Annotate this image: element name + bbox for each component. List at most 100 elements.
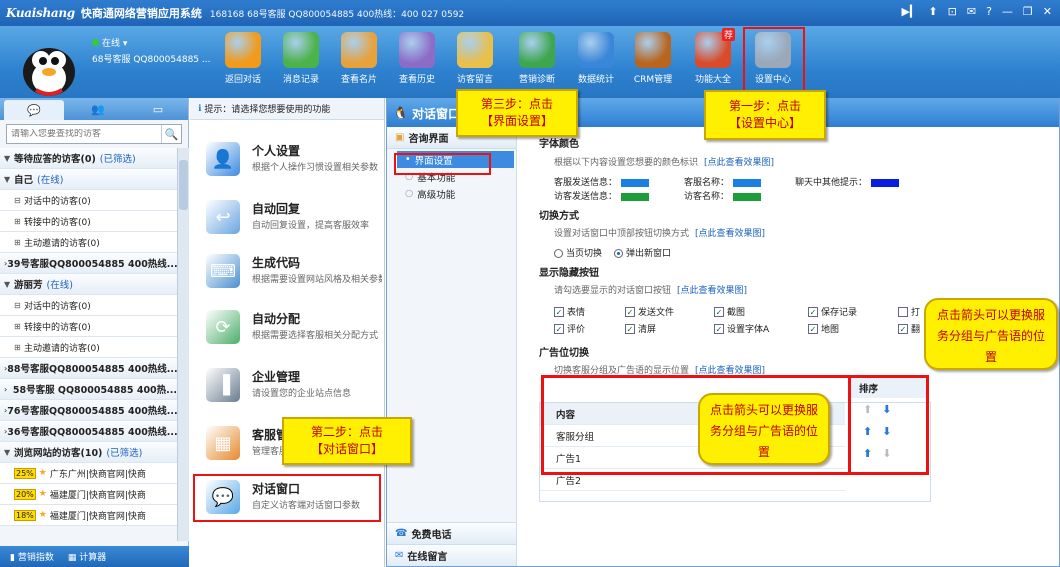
chat-prompt-color[interactable]: 聊天中其他提示： — [795, 175, 900, 188]
button-visibility-checkbox[interactable]: ✓ 截图 — [714, 305, 745, 318]
button-visibility-checkbox[interactable]: ✓ 保存记录 — [808, 305, 857, 318]
settings-item-2[interactable]: ↩ 自动回复 自动回复设置，提高客服效率 — [190, 194, 384, 244]
visitor-group[interactable]: ▼ 等待应答的访客(0) (已筛选) — [0, 148, 177, 169]
checkbox[interactable]: ✓ — [898, 323, 908, 334]
nav-advanced-functions[interactable]: ○ 高级功能 — [387, 185, 516, 202]
radio-new-window[interactable]: 弹出新窗口 — [614, 246, 671, 259]
help-icon[interactable]: ? — [986, 5, 992, 18]
checkbox[interactable]: ✓ — [625, 306, 635, 317]
search-icon[interactable]: 🔍 — [161, 125, 181, 143]
button-visibility-checkbox[interactable]: ✓ 评价 — [554, 322, 585, 335]
visitor-send-color[interactable]: 访客发送信息： — [554, 189, 650, 202]
radio-button[interactable] — [554, 249, 563, 258]
expand-arrow-icon[interactable]: ▼ — [4, 175, 14, 184]
checkbox[interactable]: ✓ — [625, 323, 635, 334]
visitor-list-item[interactable]: 18% ★ 福建厦门|快商官网|快商 — [0, 505, 177, 526]
expand-arrow-icon[interactable]: ▼ — [4, 448, 14, 457]
toolbar-button-3[interactable]: 查看名片 — [330, 32, 388, 85]
checkbox[interactable]: ✓ — [714, 323, 724, 334]
button-visibility-checkbox[interactable]: ✓ 设置字体A — [714, 322, 769, 335]
visitor-group[interactable]: › 36号客服QQ800054885 400热线... — [0, 421, 177, 442]
checkbox[interactable]: ✓ — [714, 306, 724, 317]
maximize-icon[interactable]: ❐ — [1023, 5, 1033, 18]
button-visibility-checkbox[interactable]: ✓ 地图 — [808, 322, 839, 335]
visitor-list-item[interactable]: ⊞ 转接中的访客(0) — [0, 316, 177, 337]
visitor-list-item[interactable]: 20% ★ 福建厦门|快商官网|快商 — [0, 484, 177, 505]
settings-item-1[interactable]: 👤 个人设置 根据个人操作习惯设置相关参数 — [190, 136, 384, 186]
upload-icon[interactable]: ⬆ — [928, 5, 937, 18]
tree-toggle-icon[interactable]: ⊞ — [14, 322, 24, 331]
tree-toggle-icon[interactable]: ⊞ — [14, 238, 24, 247]
checkbox[interactable]: ✓ — [808, 323, 818, 334]
tree-toggle-icon[interactable]: ⊟ — [14, 301, 24, 310]
scroll-thumb[interactable] — [179, 160, 188, 210]
visitor-name-color[interactable]: 访客名称： — [684, 189, 762, 202]
tab-contacts[interactable]: 👥 — [68, 98, 128, 120]
visitor-list-scrollbar[interactable] — [177, 148, 189, 541]
close-icon[interactable]: ✕ — [1043, 5, 1052, 18]
color-swatch[interactable] — [733, 178, 762, 187]
radio-button[interactable] — [614, 249, 623, 258]
visitor-group[interactable]: › 88号客服QQ800054885 400热线... — [0, 358, 177, 379]
settings-item-4[interactable]: ⟳ 自动分配 根据需要选择客服相关分配方式 — [190, 304, 384, 354]
settings-item-5[interactable]: ▐ 企业管理 请设置您的企业站点信息 — [190, 362, 384, 412]
status-selector[interactable]: 在线 ▾ — [92, 36, 210, 52]
button-visibility-checkbox[interactable]: ✓ 表情 — [554, 305, 585, 318]
service-name-color[interactable]: 客服名称： — [684, 175, 762, 188]
visitor-list-item[interactable]: ⊟ 对话中的访客(0) — [0, 190, 177, 211]
toolbar-button-4[interactable]: 查看历史 — [388, 32, 446, 85]
toolbar-button-7[interactable]: 数据统计 — [567, 32, 625, 85]
button-visibility-checkbox[interactable]: 打 — [898, 305, 920, 318]
visitor-group[interactable]: › 76号客服QQ800054885 400热线... — [0, 400, 177, 421]
toolbar-button-1[interactable]: 返回对话 — [214, 32, 272, 85]
minimize-icon[interactable]: — — [1002, 5, 1013, 18]
toolbar-button-6[interactable]: 营销诊断 — [508, 32, 566, 85]
skin-icon[interactable]: ⊡ — [948, 5, 957, 18]
font-color-preview-link[interactable]: [点此查看效果图] — [704, 158, 774, 168]
toolbar-button-5[interactable]: 访客留言 — [446, 32, 504, 85]
visitor-group[interactable]: ▼ 浏览网站的访客(10) (已筛选) — [0, 442, 177, 463]
color-swatch[interactable] — [621, 178, 650, 187]
tree-toggle-icon[interactable]: ⊞ — [14, 217, 24, 226]
button-visibility-checkbox[interactable]: ✓ 发送文件 — [625, 305, 674, 318]
mail-icon[interactable]: ✉ — [967, 5, 976, 18]
expand-arrow-icon[interactable]: › — [4, 385, 13, 394]
tree-toggle-icon[interactable]: ⊟ — [14, 196, 24, 205]
tab-messages[interactable]: ▭ — [128, 98, 188, 120]
visitor-group[interactable]: › 58号客服 QQ800054885 400热... — [0, 379, 177, 400]
checkbox[interactable]: ✓ — [554, 306, 564, 317]
tree-toggle-icon[interactable]: ⊞ — [14, 343, 24, 352]
calculator-button[interactable]: ▦ 计算器 — [68, 550, 106, 563]
settings-item-3[interactable]: ⌨ 生成代码 根据需要设置网站风格及相关参数 — [190, 248, 384, 298]
nav-free-phone[interactable]: ☎ 免费电话 — [387, 522, 516, 544]
play-icon[interactable]: ▶▎ — [901, 5, 918, 18]
expand-arrow-icon[interactable]: ▼ — [4, 280, 14, 289]
toolbar-button-8[interactable]: CRM管理 — [624, 32, 682, 85]
service-send-color[interactable]: 客服发送信息： — [554, 175, 650, 188]
toolbar-button-9[interactable]: 荐功能大全 — [684, 28, 742, 85]
visitor-list-item[interactable]: ⊟ 对话中的访客(0) — [0, 295, 177, 316]
button-visibility-checkbox[interactable]: ✓ 翻 — [898, 322, 920, 335]
visitor-search-input[interactable] — [7, 129, 161, 139]
visitor-list-item[interactable]: ⊞ 主动邀请的访客(0) — [0, 232, 177, 253]
visitor-list-item[interactable]: ⊞ 主动邀请的访客(0) — [0, 337, 177, 358]
visitor-group[interactable]: › 39号客服QQ800054885 400热线... — [0, 253, 177, 274]
color-swatch[interactable] — [621, 192, 650, 201]
visitor-group[interactable]: ▼ 游丽芳 (在线) — [0, 274, 177, 295]
show-hide-preview-link[interactable]: [点此查看效果图] — [677, 286, 747, 296]
checkbox[interactable]: ✓ — [808, 306, 818, 317]
expand-arrow-icon[interactable]: ▼ — [4, 154, 14, 163]
checkbox[interactable]: ✓ — [554, 323, 564, 334]
radio-same-page[interactable]: 当页切换 — [554, 246, 602, 259]
switch-mode-preview-link[interactable]: [点此查看效果图] — [695, 229, 765, 239]
nav-online-message[interactable]: ✉ 在线留言 — [387, 544, 516, 566]
checkbox[interactable] — [898, 306, 908, 317]
visitor-group[interactable]: ▼ 自己 (在线) — [0, 169, 177, 190]
color-swatch[interactable] — [871, 178, 900, 187]
visitor-list-item[interactable]: 25% ★ 广东广州|快商官网|快商 — [0, 463, 177, 484]
button-visibility-checkbox[interactable]: ✓ 清屏 — [625, 322, 656, 335]
color-swatch[interactable] — [733, 192, 762, 201]
marketing-index-button[interactable]: ▮ 营销指数 — [10, 550, 54, 563]
tab-chat[interactable]: 💬 — [4, 100, 64, 120]
visitor-list-item[interactable]: ⊞ 转接中的访客(0) — [0, 211, 177, 232]
